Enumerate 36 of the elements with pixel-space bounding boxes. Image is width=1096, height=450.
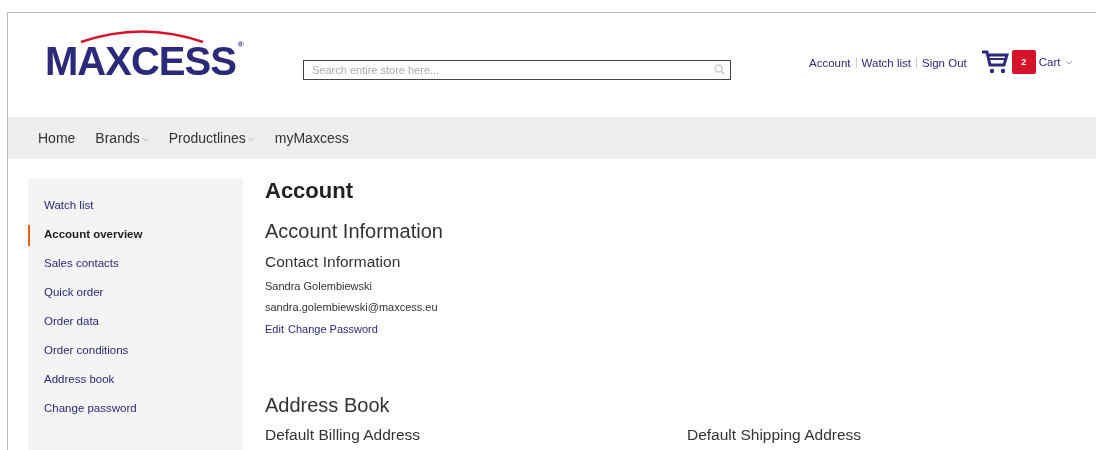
chevron-icon [1065,59,1074,65]
search-field[interactable]: Search entire store here... [303,60,731,80]
arc-icon [79,29,205,43]
sidebar-item[interactable]: Account overview [28,225,243,246]
logo-text: MAXCESS® [45,41,243,81]
sidebar-item[interactable]: Change password [28,399,243,420]
contact-name: Sandra Golembiewski [265,280,373,292]
address-heading: Default Billing Address [265,426,422,444]
cart-link[interactable]: 2 Cart [980,49,1074,75]
header-link[interactable]: Watch list [861,57,911,69]
sidebar-item[interactable]: Order data [28,312,243,333]
nav-item[interactable]: myMaxcess [274,130,349,146]
cart-count-badge: 2 [1011,50,1036,74]
sidebar-item[interactable]: Address book [28,370,243,391]
sidebar-item[interactable]: Quick order [28,283,243,304]
nav-item[interactable]: Productlines [168,130,255,146]
edit-link[interactable]: Edit [265,323,284,335]
sidebar-item[interactable]: Order conditions [28,341,243,362]
cart-icon [980,49,1009,75]
sidebar-item[interactable]: Watch list [28,196,243,217]
nav-item[interactable]: Home [38,130,76,146]
chevron-icon [247,137,255,142]
header-link[interactable]: Sign Out [922,57,967,69]
header-link[interactable]: Account [809,57,851,69]
page-title: Account [265,178,354,204]
contact-email: sandra.golembiewski@maxcess.eu [265,301,439,313]
change-password-link[interactable]: Change Password [287,323,378,335]
cart-label: Cart [1038,56,1061,68]
nav-item[interactable]: Brands [95,130,149,146]
subsection-title: Contact Information [265,253,402,271]
sidebar-item[interactable]: Sales contacts [28,254,243,275]
section-title: Account Information [265,220,444,243]
chevron-icon [141,137,149,142]
address-heading: Default Shipping Address [687,426,863,444]
search-icon [714,64,725,75]
section-title: Address Book [265,394,391,417]
